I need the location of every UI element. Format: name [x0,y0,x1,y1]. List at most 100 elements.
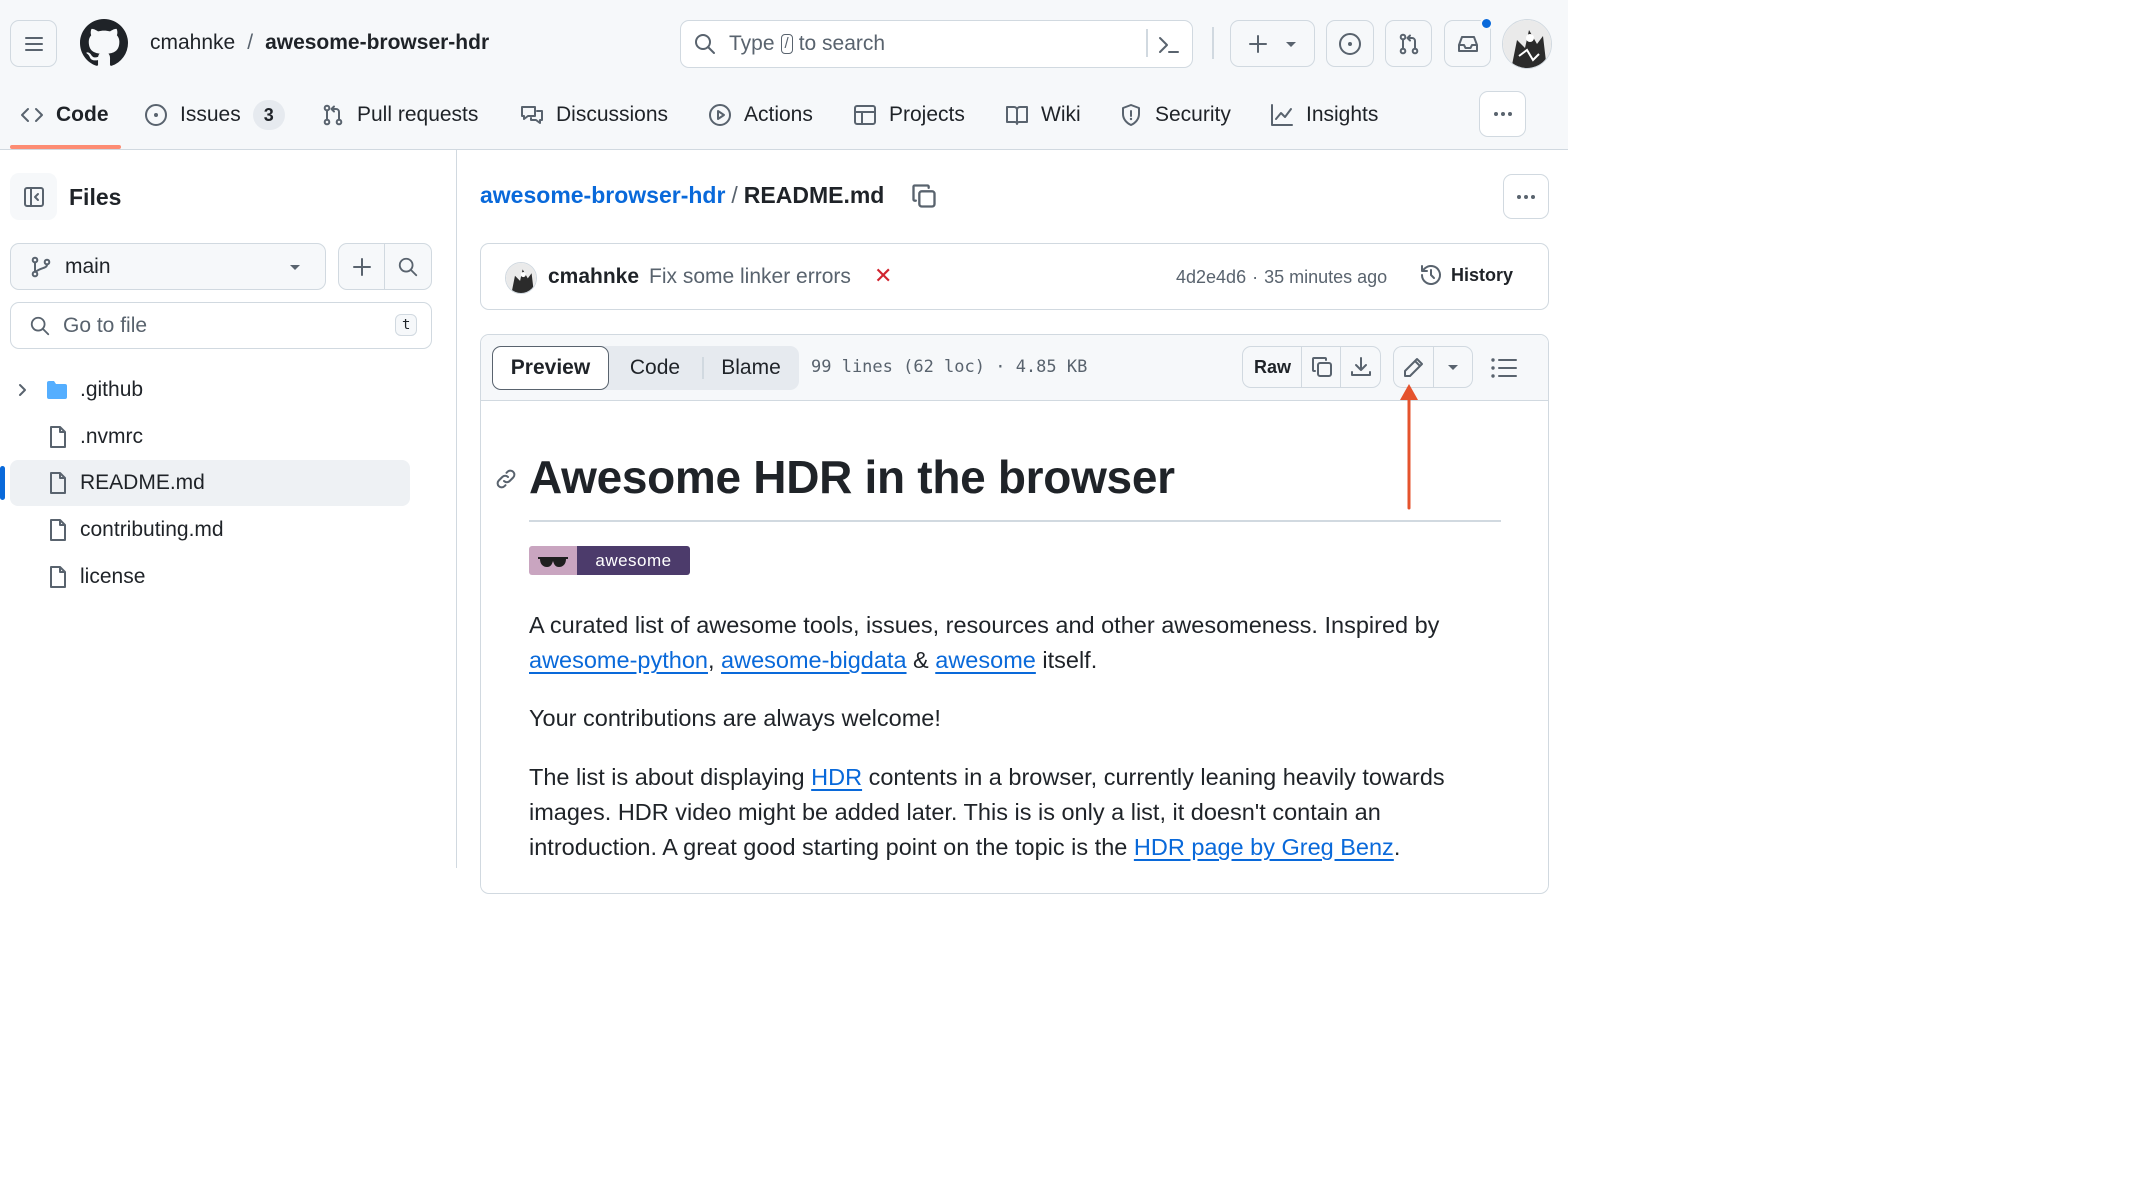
tab-code-view-label: Code [629,356,681,379]
copy-icon [1311,357,1332,377]
tab-security-label: Security [1155,103,1231,126]
copy-path-button[interactable] [910,182,938,210]
tab-projects-label: Projects [889,103,965,126]
command-palette-icon[interactable] [1157,33,1181,57]
tab-actions-label: Actions [744,103,813,126]
repo-breadcrumb: cmahnke / awesome-browser-hdr [150,31,489,55]
commit-author[interactable]: cmahnke [548,265,639,289]
tab-insights-label: Insights [1306,103,1379,126]
link-awesome-python[interactable]: awesome-python [529,647,708,673]
tab-issues[interactable]: Issues 3 [144,90,285,140]
menu-button[interactable] [10,20,57,67]
search-placeholder-suffix: to search [798,32,886,55]
issues-button[interactable] [1326,20,1374,67]
create-new-button[interactable] [1230,20,1315,67]
plus-icon [352,257,371,276]
triangle-down-icon [1285,41,1296,47]
active-tab-underline [10,145,121,149]
owner-link[interactable]: cmahnke [150,31,235,55]
raw-label: Raw [1253,356,1291,377]
file-breadcrumb: awesome-browser-hdr / README.md [480,182,884,209]
breadcrumb-separator: / [731,182,738,208]
tab-code[interactable]: Code [20,90,109,140]
readme-paragraph-3: The list is about displaying HDR content… [529,760,1479,865]
commit-meta-dot: · [1252,267,1259,287]
heading-anchor-link[interactable] [494,467,518,491]
go-to-file-input[interactable]: Go to file t [10,302,432,349]
readme-title: Awesome HDR in the browser [529,451,1175,503]
tab-blame-label: Blame [721,356,781,379]
collapse-sidebar-button[interactable] [10,173,57,220]
raw-button[interactable]: Raw [1242,346,1303,388]
breadcrumb-separator: / [247,31,254,54]
list-unordered-icon [1491,358,1517,378]
outline-button[interactable] [1489,355,1519,381]
plus-icon [1248,34,1267,53]
link-icon [496,469,516,489]
tab-discussions[interactable]: Discussions [520,90,668,140]
file-icon [50,426,66,448]
copy-raw-button[interactable] [1301,346,1342,388]
sidebar-collapse-icon [23,186,44,207]
tree-item-label: README.md [80,471,205,494]
tree-item-label: contributing.md [80,518,224,541]
more-tabs-button[interactable] [1479,91,1526,137]
tab-wiki[interactable]: Wiki [1005,90,1081,140]
search-key-hint: / [780,34,793,54]
sunglasses-icon [538,556,568,567]
edit-options-dropdown[interactable] [1433,346,1473,388]
issue-opened-icon [145,104,167,126]
tab-pull-requests[interactable]: Pull requests [321,90,478,140]
pull-requests-button[interactable] [1385,20,1432,67]
tree-item-contributing[interactable]: contributing.md [0,507,410,553]
commit-sha[interactable]: 4d2e4d6 [1176,267,1246,288]
search-icon [30,316,50,335]
tab-code-view[interactable]: Code [616,346,694,390]
search-input[interactable]: Type / to search [680,20,1193,68]
file-viewer: Preview Code Blame 99 lines (62 loc) · 4… [480,334,1549,894]
tab-preview[interactable]: Preview [492,346,609,390]
tab-insights[interactable]: Insights [1270,90,1378,140]
commit-author-avatar[interactable] [505,262,537,294]
commit-status-failed[interactable]: ✕ [874,263,892,289]
comment-discussion-icon [521,106,543,124]
github-logo-icon[interactable] [80,19,128,67]
global-header: cmahnke / awesome-browser-hdr Type / to … [0,0,1568,150]
link-hdr-page-greg-benz[interactable]: HDR page by Greg Benz [1134,834,1394,860]
link-hdr[interactable]: HDR [811,764,862,790]
download-button[interactable] [1340,346,1381,388]
annotation-arrow-icon [1400,384,1418,510]
link-awesome[interactable]: awesome [935,647,1036,673]
p1-amp: & [906,647,936,673]
tab-projects[interactable]: Projects [853,90,965,140]
search-files-button[interactable] [384,243,432,290]
tab-actions[interactable]: Actions [708,90,813,140]
tree-item-label: license [80,565,146,588]
breadcrumb-repo-link[interactable]: awesome-browser-hdr [480,182,725,209]
file-tree-sidebar: Files main Go to file t .github .nvmrc R… [0,150,457,868]
p1-end: itself. [1035,647,1098,673]
tree-item-github[interactable]: .github [0,367,410,413]
tree-item-readme[interactable]: README.md [10,460,410,506]
link-awesome-bigdata[interactable]: awesome-bigdata [721,647,907,673]
file-icon [50,566,66,588]
tab-blame[interactable]: Blame [709,346,793,390]
avatar[interactable] [1502,19,1552,69]
awesome-badge[interactable]: awesome [529,546,690,575]
history-button[interactable]: History [1419,263,1513,287]
download-icon [1350,357,1371,376]
tree-item-nvmrc[interactable]: .nvmrc [0,414,410,460]
triangle-down-icon [290,265,300,270]
tree-item-license[interactable]: license [0,554,410,600]
repo-link[interactable]: awesome-browser-hdr [265,31,489,55]
tab-discussions-label: Discussions [556,103,669,126]
add-file-button[interactable] [338,243,385,290]
segment-divider [702,357,704,379]
tab-security[interactable]: Security [1119,90,1231,140]
shield-icon [1122,104,1140,126]
hamburger-icon [24,36,43,51]
branch-selector[interactable]: main [10,243,326,290]
p1-text: A curated list of awesome tools, issues,… [529,612,1440,638]
file-more-options-button[interactable] [1503,174,1549,219]
commit-message[interactable]: Fix some linker errors [649,265,851,289]
